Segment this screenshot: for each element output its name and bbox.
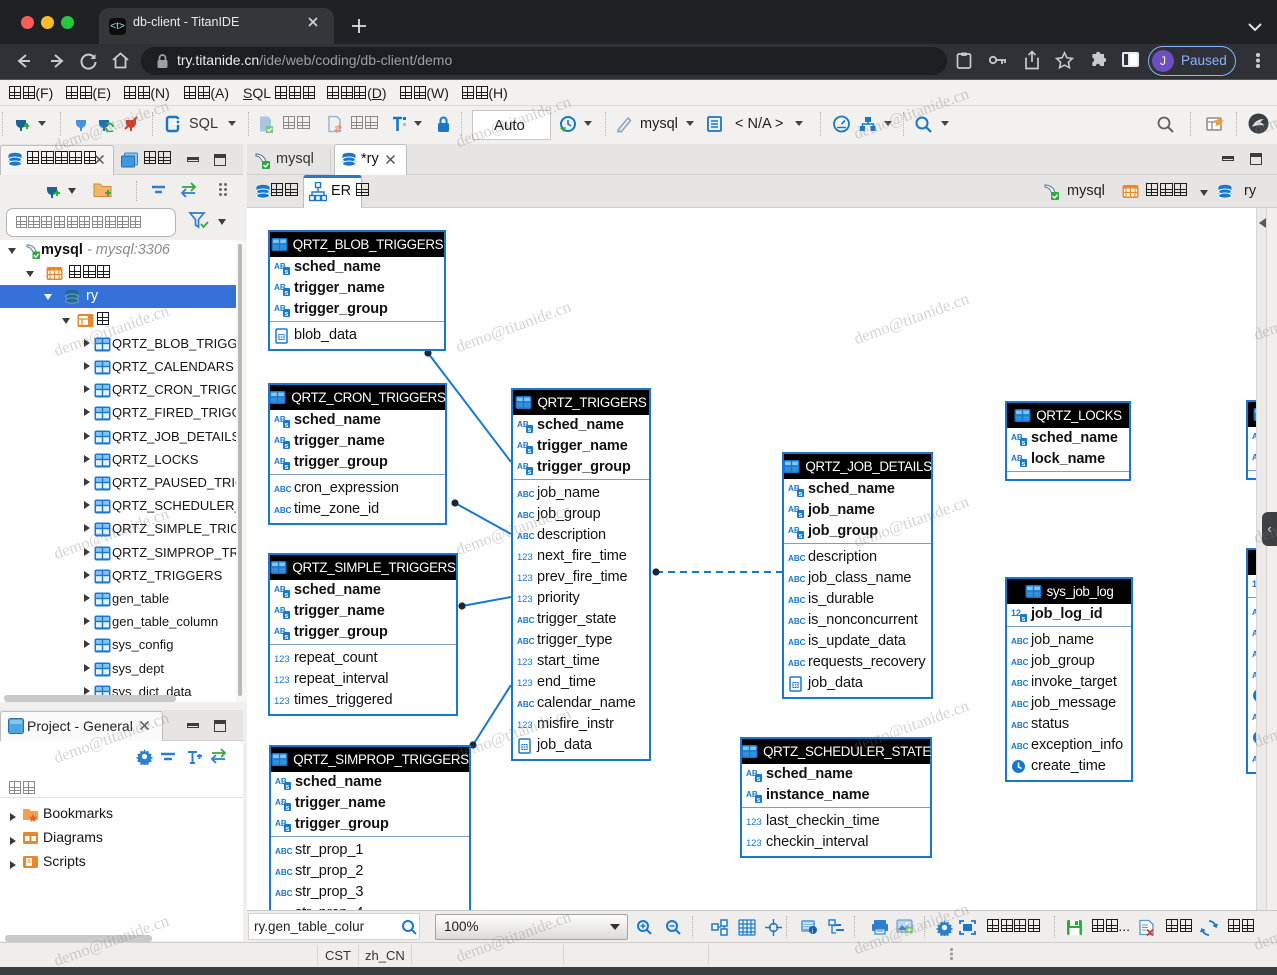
- svg-text:ABC: ABC: [1011, 721, 1028, 730]
- svg-text:123: 123: [517, 678, 533, 689]
- svg-text:ABC: ABC: [517, 532, 534, 541]
- svg-text:s: s: [286, 805, 290, 812]
- svg-text:s: s: [285, 464, 289, 471]
- svg-text:123: 123: [517, 573, 533, 584]
- svg-text:12: 12: [1011, 608, 1021, 618]
- svg-text:ABC: ABC: [788, 659, 805, 668]
- svg-text:s: s: [285, 422, 289, 429]
- svg-text:123: 123: [274, 654, 290, 665]
- svg-text:s: s: [799, 533, 803, 540]
- svg-text:ABC: ABC: [275, 847, 292, 856]
- svg-text:ABC: ABC: [517, 700, 534, 709]
- svg-text:s: s: [285, 290, 289, 297]
- svg-text:ABC: ABC: [274, 485, 291, 494]
- svg-text:s: s: [285, 592, 289, 599]
- svg-text:123: 123: [274, 696, 290, 707]
- svg-text:s: s: [285, 613, 289, 620]
- svg-text:s: s: [528, 427, 532, 434]
- svg-text:123: 123: [517, 720, 533, 731]
- svg-text:s: s: [286, 784, 290, 791]
- svg-text:ABC: ABC: [1011, 658, 1028, 667]
- svg-text:s: s: [528, 448, 532, 455]
- svg-text:s: s: [799, 512, 803, 519]
- svg-text:ABC: ABC: [517, 490, 534, 499]
- svg-text:s: s: [1022, 440, 1026, 447]
- svg-text:s: s: [528, 469, 532, 476]
- svg-text:s: s: [799, 491, 803, 498]
- svg-text:ABC: ABC: [275, 889, 292, 898]
- svg-text:s: s: [757, 776, 761, 783]
- svg-text:s: s: [285, 311, 289, 318]
- svg-text:i: i: [812, 929, 813, 935]
- svg-text:ABC: ABC: [788, 638, 805, 647]
- svg-text:ABC: ABC: [788, 575, 805, 584]
- svg-text:ABC: ABC: [517, 511, 534, 520]
- svg-text:s: s: [286, 826, 290, 833]
- svg-text:ABC: ABC: [1011, 700, 1028, 709]
- svg-text:s: s: [1022, 461, 1026, 468]
- svg-text:123: 123: [746, 817, 762, 828]
- svg-text:ABC: ABC: [1011, 679, 1028, 688]
- svg-text:ABC: ABC: [275, 868, 292, 877]
- svg-text:ABC: ABC: [788, 596, 805, 605]
- svg-text:ABC: ABC: [788, 554, 805, 563]
- svg-text:ABC: ABC: [517, 637, 534, 646]
- svg-text:ABC: ABC: [517, 616, 534, 625]
- svg-text:123: 123: [274, 675, 290, 686]
- svg-text:123: 123: [517, 552, 533, 563]
- svg-text:ABC: ABC: [788, 617, 805, 626]
- svg-text:123: 123: [746, 838, 762, 849]
- svg-text:123: 123: [517, 657, 533, 668]
- svg-text:s: s: [757, 797, 761, 804]
- svg-text:ABC: ABC: [1011, 742, 1028, 751]
- svg-text:ABC: ABC: [1011, 637, 1028, 646]
- svg-text:s: s: [1022, 616, 1026, 623]
- svg-text:s: s: [285, 634, 289, 641]
- svg-text:123: 123: [517, 594, 533, 605]
- svg-text:s: s: [285, 269, 289, 276]
- svg-text:s: s: [285, 443, 289, 450]
- svg-text:ABC: ABC: [274, 506, 291, 515]
